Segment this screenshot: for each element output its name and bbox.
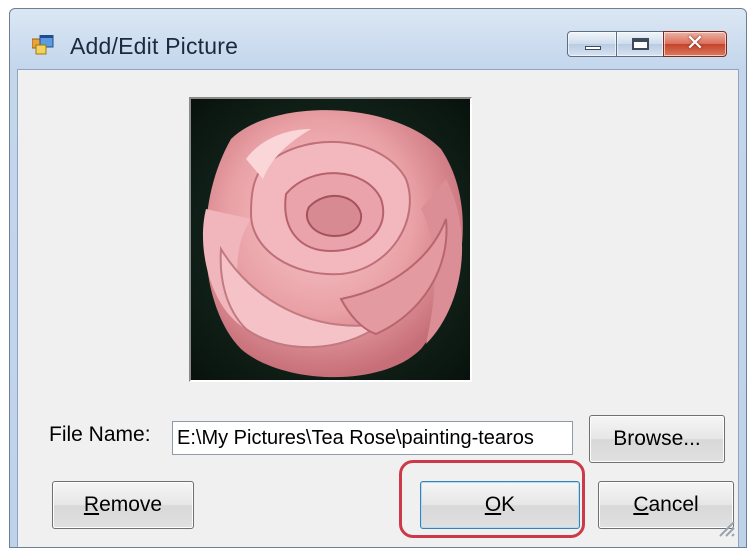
ok-button[interactable]: OK xyxy=(420,481,580,529)
ok-mnemonic: O xyxy=(484,493,502,516)
windows-form-icon xyxy=(32,35,54,55)
browse-button[interactable]: Browse... xyxy=(589,415,725,463)
cancel-button[interactable]: Cancel xyxy=(598,481,734,529)
file-name-label: File Name: xyxy=(49,423,151,446)
minimize-button[interactable] xyxy=(567,31,617,57)
dialog-client-area: File Name: Browse... Remove OK Cancel xyxy=(17,69,739,547)
cancel-label-rest: ancel xyxy=(648,493,699,516)
minimize-icon xyxy=(585,46,601,50)
picture-preview xyxy=(189,97,472,382)
file-name-field[interactable] xyxy=(172,421,573,455)
close-icon: ✕ xyxy=(685,31,705,56)
ok-label-rest: K xyxy=(501,493,516,516)
maximize-icon xyxy=(632,38,649,50)
remove-mnemonic: R xyxy=(83,493,100,516)
resize-grip-icon[interactable] xyxy=(716,518,736,538)
rose-image xyxy=(191,99,470,380)
window-title: Add/Edit Picture xyxy=(70,33,239,59)
title-bar[interactable]: Add/Edit Picture ✕ xyxy=(10,9,746,69)
cancel-mnemonic: C xyxy=(633,493,649,516)
maximize-button[interactable] xyxy=(616,31,664,57)
remove-label-rest: emove xyxy=(99,493,163,516)
remove-button[interactable]: Remove xyxy=(52,481,194,529)
add-edit-picture-dialog: Add/Edit Picture ✕ File Name: E:\My Pict… xyxy=(9,8,747,548)
close-button[interactable]: ✕ xyxy=(663,31,727,57)
